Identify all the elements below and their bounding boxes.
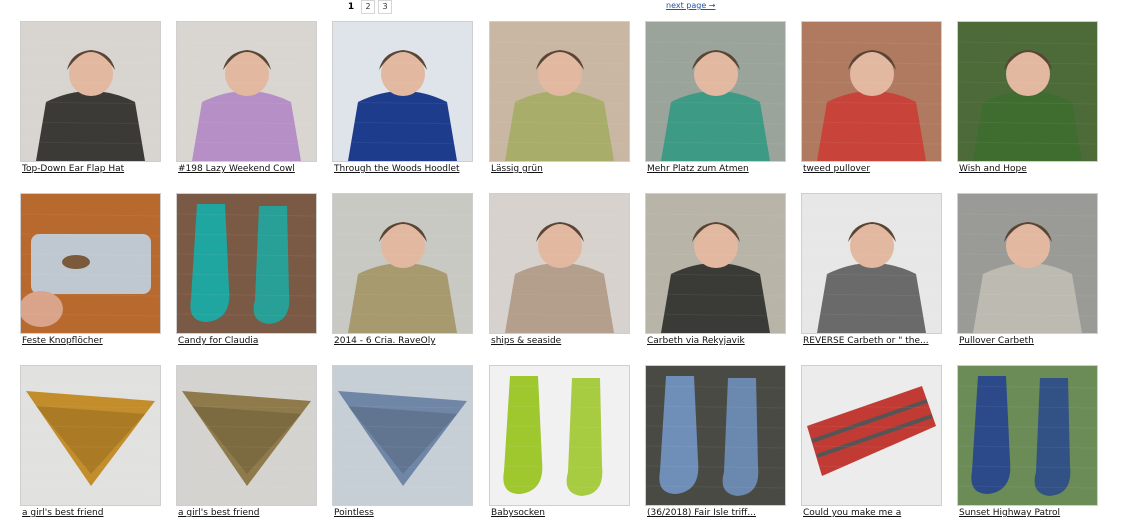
- lilac-cowl-photo[interactable]: [176, 21, 317, 162]
- pattern-card[interactable]: a girl's best friend: [176, 365, 317, 520]
- pattern-card[interactable]: Carbeth via Rekyjavik: [645, 193, 786, 348]
- pattern-title-link[interactable]: REVERSE Carbeth or " the...: [801, 335, 942, 348]
- pattern-card[interactable]: Mehr Platz zum Atmen: [645, 21, 786, 176]
- red-scarf-photo[interactable]: [801, 365, 942, 506]
- pattern-card[interactable]: Top-Down Ear Flap Hat: [20, 21, 161, 176]
- pattern-title-link[interactable]: Carbeth via Rekyjavik: [645, 335, 786, 348]
- teal-tunic-photo[interactable]: [645, 21, 786, 162]
- pattern-card[interactable]: a girl's best friend: [20, 365, 161, 520]
- page-link-2[interactable]: 2: [361, 0, 375, 14]
- pattern-title-link[interactable]: Mehr Platz zum Atmen: [645, 163, 786, 176]
- pattern-title-link[interactable]: (36/2018) Fair Isle triff...: [645, 507, 786, 520]
- pattern-card[interactable]: Could you make me a: [801, 365, 942, 520]
- teal-socks-photo[interactable]: [176, 193, 317, 334]
- pattern-title-link[interactable]: Through the Woods Hoodlet: [332, 163, 473, 176]
- pattern-card[interactable]: tweed pullover: [801, 21, 942, 176]
- pattern-card[interactable]: (36/2018) Fair Isle triff...: [645, 365, 786, 520]
- pattern-title-link[interactable]: Pullover Carbeth: [957, 335, 1098, 348]
- pattern-title-link[interactable]: 2014 - 6 Cria. RaveOly: [332, 335, 473, 348]
- pattern-card[interactable]: Pointless: [332, 365, 473, 520]
- red-pullover-photo[interactable]: [801, 21, 942, 162]
- pattern-card[interactable]: Pullover Carbeth: [957, 193, 1098, 348]
- pattern-title-link[interactable]: Top-Down Ear Flap Hat: [20, 163, 161, 176]
- blue-hood-photo[interactable]: [332, 21, 473, 162]
- green-sweater-photo[interactable]: [489, 21, 630, 162]
- pattern-card[interactable]: Babysocken: [489, 365, 630, 520]
- pattern-title-link[interactable]: Sunset Highway Patrol: [957, 507, 1098, 520]
- grey-knit-photo[interactable]: [957, 193, 1098, 334]
- pattern-card[interactable]: #198 Lazy Weekend Cowl: [176, 21, 317, 176]
- blue-socks-photo[interactable]: [645, 365, 786, 506]
- pattern-title-link[interactable]: Wish and Hope: [957, 163, 1098, 176]
- colorwork-socks-photo[interactable]: [957, 365, 1098, 506]
- grey-pullover-photo[interactable]: [801, 193, 942, 334]
- olive-cardigan-photo[interactable]: [332, 193, 473, 334]
- next-page-link[interactable]: next page →: [666, 0, 716, 11]
- woman-hat-photo[interactable]: [20, 21, 161, 162]
- pattern-title-link[interactable]: Pointless: [332, 507, 473, 520]
- pattern-title-link[interactable]: a girl's best friend: [20, 507, 161, 520]
- pattern-title-link[interactable]: Feste Knopflöcher: [20, 335, 161, 348]
- pattern-title-link[interactable]: Babysocken: [489, 507, 630, 520]
- pattern-title-link[interactable]: a girl's best friend: [176, 507, 317, 520]
- pattern-title-link[interactable]: Candy for Claudia: [176, 335, 317, 348]
- blue-shawl-photo[interactable]: [332, 365, 473, 506]
- pattern-card[interactable]: Candy for Claudia: [176, 193, 317, 348]
- pattern-card[interactable]: Lässig grün: [489, 21, 630, 176]
- shawl-1-photo[interactable]: [20, 365, 161, 506]
- woman-cowl-photo[interactable]: [489, 193, 630, 334]
- green-cardigan-photo[interactable]: [957, 21, 1098, 162]
- pattern-title-link[interactable]: ships & seaside: [489, 335, 630, 348]
- pattern-card[interactable]: Sunset Highway Patrol: [957, 365, 1098, 520]
- buttonhole-photo[interactable]: [20, 193, 161, 334]
- pattern-card[interactable]: Through the Woods Hoodlet: [332, 21, 473, 176]
- striped-vest-photo[interactable]: [645, 193, 786, 334]
- page-link-3[interactable]: 3: [378, 0, 392, 14]
- pattern-card[interactable]: Feste Knopflöcher: [20, 193, 161, 348]
- shawl-2-photo[interactable]: [176, 365, 317, 506]
- pagination: 123: [344, 0, 392, 14]
- pattern-card[interactable]: Wish and Hope: [957, 21, 1098, 176]
- lime-socks-photo[interactable]: [489, 365, 630, 506]
- pattern-title-link[interactable]: tweed pullover: [801, 163, 942, 176]
- page-link-1[interactable]: 1: [344, 0, 358, 14]
- pattern-title-link[interactable]: #198 Lazy Weekend Cowl: [176, 163, 317, 176]
- pattern-card[interactable]: REVERSE Carbeth or " the...: [801, 193, 942, 348]
- pattern-card[interactable]: ships & seaside: [489, 193, 630, 348]
- pattern-title-link[interactable]: Could you make me a: [801, 507, 942, 520]
- pattern-card[interactable]: 2014 - 6 Cria. RaveOly: [332, 193, 473, 348]
- pattern-title-link[interactable]: Lässig grün: [489, 163, 630, 176]
